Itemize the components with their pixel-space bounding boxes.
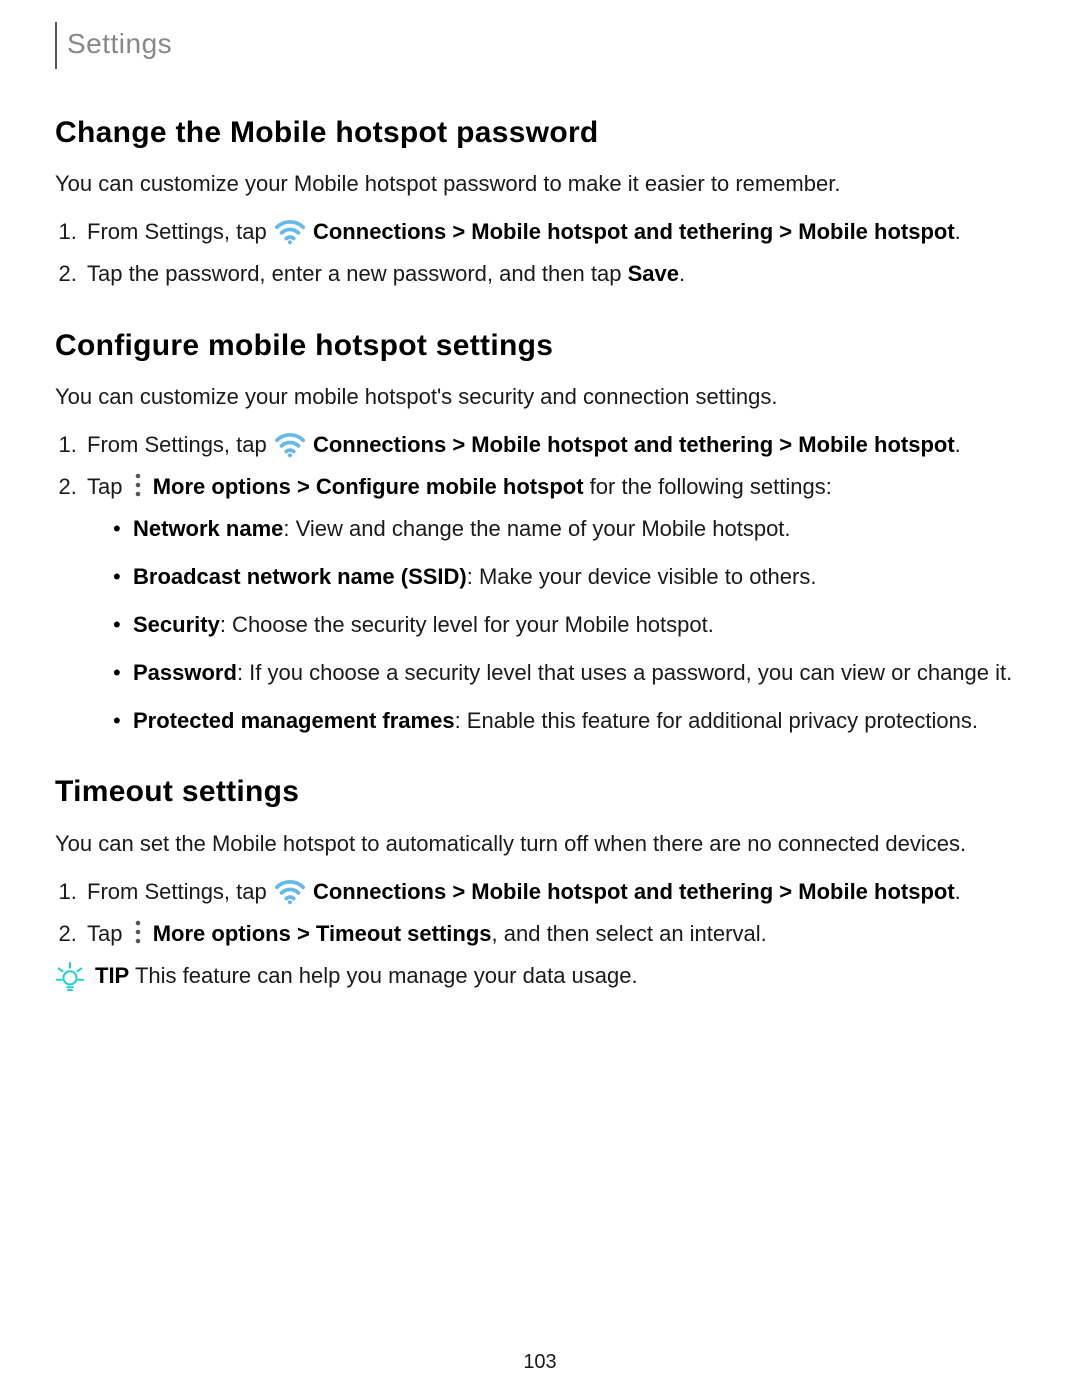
step-1: From Settings, tap Connections > Mobile … <box>83 876 1025 908</box>
heading-configure-hotspot: Configure mobile hotspot settings <box>55 324 1025 368</box>
intro-change-password: You can customize your Mobile hotspot pa… <box>55 168 1025 200</box>
sep: > <box>446 219 471 244</box>
step-2: Tap the password, enter a new password, … <box>83 258 1025 290</box>
bullet-text: : Choose the security level for your Mob… <box>220 612 714 637</box>
heading-change-password: Change the Mobile hotspot password <box>55 111 1025 155</box>
bullet-label: Security <box>133 612 220 637</box>
nav-connections: Connections <box>313 432 446 457</box>
tip-label: TIP <box>95 963 129 988</box>
nav-hotspot: Mobile hotspot <box>798 879 954 904</box>
timeout-settings-label: Timeout settings <box>316 921 492 946</box>
bullet-protected-frames: Protected management frames: Enable this… <box>113 705 1025 737</box>
bullet-text: : Enable this feature for additional pri… <box>455 708 978 733</box>
more-options-label: More options <box>153 474 291 499</box>
bullet-broadcast-ssid: Broadcast network name (SSID): Make your… <box>113 561 1025 593</box>
connections-icon <box>275 430 305 458</box>
step-1: From Settings, tap Connections > Mobile … <box>83 429 1025 461</box>
more-options-icon <box>131 472 145 498</box>
sep: > <box>291 921 316 946</box>
nav-hotspot: Mobile hotspot <box>798 219 954 244</box>
step-2: Tap More options > Configure mobile hots… <box>83 471 1025 736</box>
bullet-text: : Make your device visible to others. <box>467 564 817 589</box>
step-text: From Settings, tap <box>87 879 273 904</box>
more-options-icon <box>131 919 145 945</box>
bullet-label: Protected management frames <box>133 708 455 733</box>
heading-timeout-settings: Timeout settings <box>55 770 1025 814</box>
page-number: 103 <box>0 1348 1080 1377</box>
bullet-text: : View and change the name of your Mobil… <box>283 516 790 541</box>
step-text: Tap the password, enter a new password, … <box>87 261 628 286</box>
section-timeout-settings: Timeout settings You can set the Mobile … <box>55 770 1025 991</box>
intro-timeout-settings: You can set the Mobile hotspot to automa… <box>55 828 1025 860</box>
bullet-text: : If you choose a security level that us… <box>237 660 1012 685</box>
bullet-label: Password <box>133 660 237 685</box>
step-text: Tap <box>87 474 129 499</box>
nav-connections: Connections <box>313 219 446 244</box>
bullet-network-name: Network name: View and change the name o… <box>113 513 1025 545</box>
bullet-password: Password: If you choose a security level… <box>113 657 1025 689</box>
step-2: Tap More options > Timeout settings, and… <box>83 918 1025 950</box>
nav-tethering: Mobile hotspot and tethering <box>471 432 773 457</box>
nav-tethering: Mobile hotspot and tethering <box>471 879 773 904</box>
step-text-tail: , and then select an interval. <box>492 921 767 946</box>
nav-tethering: Mobile hotspot and tethering <box>471 219 773 244</box>
step-text: From Settings, tap <box>87 219 273 244</box>
sep: > <box>291 474 316 499</box>
bullet-label: Broadcast network name (SSID) <box>133 564 467 589</box>
sep: > <box>773 879 798 904</box>
step-text-tail: for the following settings: <box>584 474 832 499</box>
tip-bulb-icon <box>55 961 85 991</box>
step-1: From Settings, tap Connections > Mobile … <box>83 216 1025 248</box>
page-section-label: Settings <box>55 22 182 69</box>
section-change-password: Change the Mobile hotspot password You c… <box>55 111 1025 290</box>
nav-connections: Connections <box>313 879 446 904</box>
bullet-label: Network name <box>133 516 283 541</box>
sep: > <box>446 879 471 904</box>
configure-hotspot-label: Configure mobile hotspot <box>316 474 584 499</box>
bullet-security: Security: Choose the security level for … <box>113 609 1025 641</box>
step-text-end: . <box>679 261 685 286</box>
sep: > <box>773 432 798 457</box>
step-text: From Settings, tap <box>87 432 273 457</box>
intro-configure-hotspot: You can customize your mobile hotspot's … <box>55 381 1025 413</box>
nav-hotspot: Mobile hotspot <box>798 432 954 457</box>
more-options-label: More options <box>153 921 291 946</box>
step-text: Tap <box>87 921 129 946</box>
save-label: Save <box>628 261 679 286</box>
tip-text: This feature can help you manage your da… <box>129 963 637 988</box>
connections-icon <box>275 877 305 905</box>
section-configure-hotspot: Configure mobile hotspot settings You ca… <box>55 324 1025 737</box>
connections-icon <box>275 217 305 245</box>
tip-callout: TIP This feature can help you manage you… <box>55 960 1025 992</box>
sep: > <box>446 432 471 457</box>
sep: > <box>773 219 798 244</box>
